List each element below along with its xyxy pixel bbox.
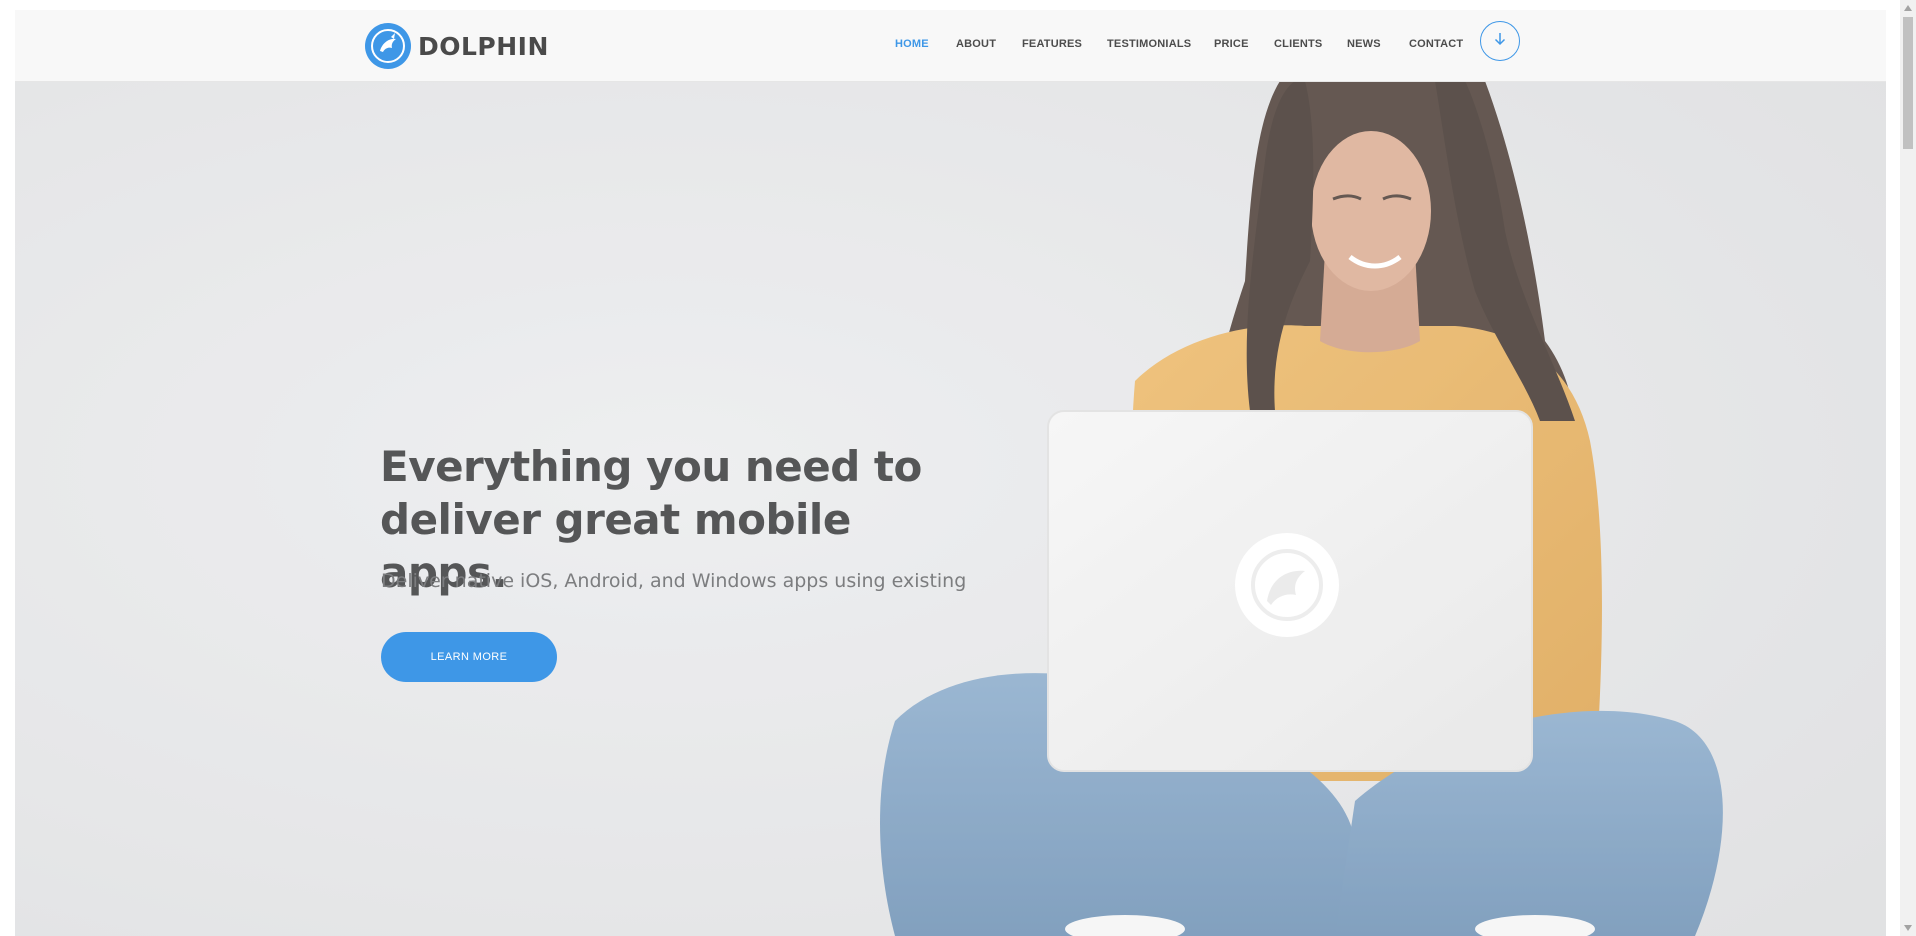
download-button[interactable] (1480, 21, 1520, 61)
learn-more-button[interactable]: LEARN MORE (381, 632, 557, 682)
scrollbar-thumb[interactable] (1903, 17, 1913, 149)
site-header: DOLPHIN HOME ABOUT FEATURES TESTIMONIALS… (15, 10, 1886, 82)
hero-title-line1: Everything you need to (380, 442, 922, 491)
nav-contact[interactable]: CONTACT (1409, 38, 1463, 50)
nav-news[interactable]: NEWS (1347, 38, 1381, 50)
brand-name: DOLPHIN (418, 31, 549, 61)
page: DOLPHIN HOME ABOUT FEATURES TESTIMONIALS… (15, 10, 1886, 936)
nav-home[interactable]: HOME (895, 38, 929, 50)
dolphin-logo-icon (365, 23, 411, 69)
logo[interactable]: DOLPHIN (365, 23, 549, 69)
arrow-down-icon (1493, 31, 1507, 52)
hero-subtitle: Deliver native iOS, Android, and Windows… (381, 570, 967, 592)
scroll-up-arrow-icon[interactable] (1900, 0, 1916, 16)
nav-testimonials[interactable]: TESTIMONIALS (1107, 38, 1191, 50)
nav-about[interactable]: ABOUT (956, 38, 996, 50)
nav-clients[interactable]: CLIENTS (1274, 38, 1322, 50)
hero-section: Everything you need to deliver great mob… (15, 81, 1886, 936)
scroll-down-arrow-icon[interactable] (1900, 920, 1916, 936)
vertical-scrollbar[interactable] (1900, 0, 1916, 936)
nav-price[interactable]: PRICE (1214, 38, 1249, 50)
nav-features[interactable]: FEATURES (1022, 38, 1082, 50)
